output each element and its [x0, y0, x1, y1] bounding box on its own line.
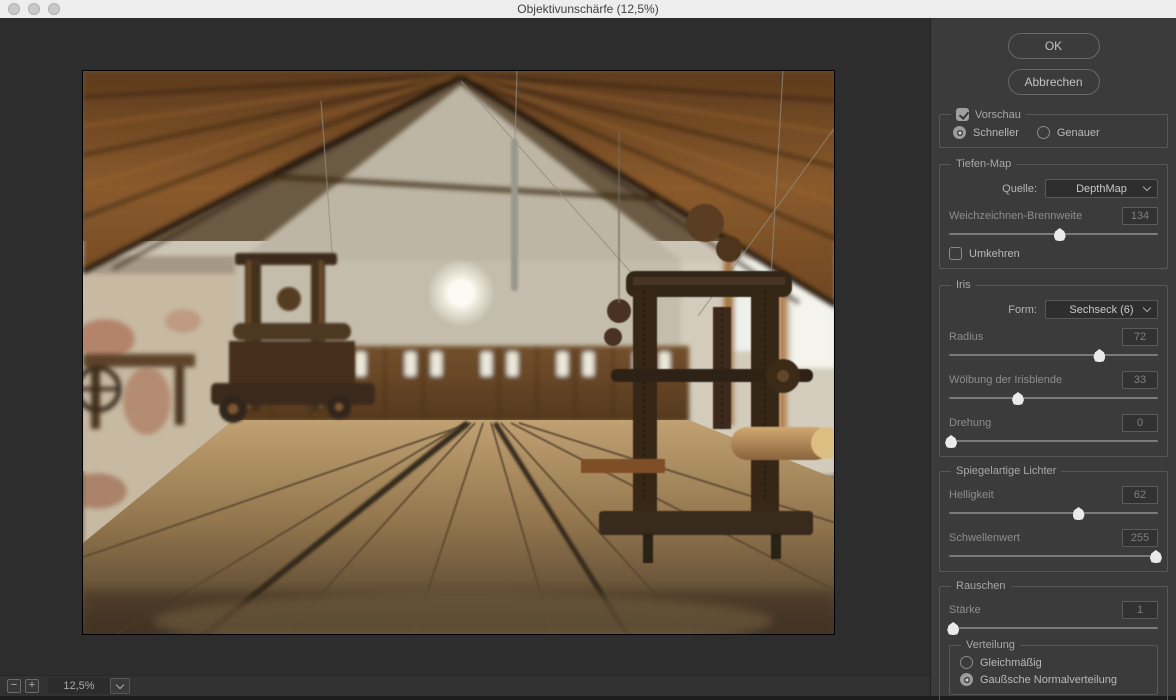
control-panel: OK Abbrechen Vorschau Schneller Genauer — [930, 18, 1176, 696]
cancel-button[interactable]: Abbrechen — [1008, 69, 1100, 95]
chevron-down-icon — [1143, 304, 1151, 312]
iris-legend: Iris — [951, 279, 976, 291]
statusbar: − + 12,5% — [0, 675, 930, 696]
chevron-down-icon — [116, 680, 124, 688]
zoom-in-button[interactable]: + — [25, 679, 39, 693]
distribution-legend: Verteilung — [961, 639, 1020, 651]
blur-focal-slider[interactable] — [949, 228, 1158, 241]
slider-thumb[interactable] — [945, 435, 957, 448]
rotation-value[interactable]: 0 — [1122, 414, 1158, 432]
brightness-slider[interactable] — [949, 507, 1158, 520]
shape-select[interactable]: Sechseck (6) — [1045, 300, 1158, 319]
round-window-glow — [427, 259, 495, 327]
blur-focal-label: Weichzeichnen-Brennweite — [949, 210, 1082, 222]
slider-thumb[interactable] — [1093, 349, 1105, 362]
specular-highlights-group: Spiegelartige Lichter Helligkeit 62 Schw… — [939, 471, 1168, 572]
brightness-label: Helligkeit — [949, 489, 994, 501]
zoom-out-button[interactable]: − — [7, 679, 21, 693]
blade-curvature-slider[interactable] — [949, 392, 1158, 405]
slider-track — [949, 397, 1158, 399]
gaussian-radio[interactable] — [960, 673, 973, 686]
source-select[interactable]: DepthMap — [1045, 179, 1158, 198]
iris-group: Iris Form: Sechseck (6) Radius 72 — [939, 285, 1168, 457]
slider-thumb[interactable] — [1012, 392, 1024, 405]
zoom-level-value[interactable]: 12,5% — [48, 678, 110, 694]
slider-track — [949, 440, 1158, 442]
source-label: Quelle: — [949, 183, 1037, 195]
shape-value: Sechseck (6) — [1069, 304, 1133, 316]
faster-label: Schneller — [973, 127, 1019, 139]
slider-thumb[interactable] — [1150, 550, 1162, 563]
rotation-label: Drehung — [949, 417, 991, 429]
radius-slider[interactable] — [949, 349, 1158, 362]
threshold-value[interactable]: 255 — [1122, 529, 1158, 547]
uniform-radio[interactable] — [960, 656, 973, 669]
shape-label: Form: — [949, 304, 1037, 316]
preview-image[interactable] — [82, 70, 835, 635]
invert-checkbox[interactable] — [949, 247, 962, 260]
more-accurate-radio[interactable] — [1037, 126, 1050, 139]
faster-radio[interactable] — [953, 126, 966, 139]
depth-map-group: Tiefen-Map Quelle: DepthMap Weichzeichne… — [939, 164, 1168, 269]
rotation-slider[interactable] — [949, 435, 1158, 448]
window-title: Objektivunschärfe (12,5%) — [0, 0, 1176, 18]
brightness-value[interactable]: 62 — [1122, 486, 1158, 504]
depth-map-legend: Tiefen-Map — [951, 158, 1016, 170]
lens-blur-dialog: Objektivunschärfe (12,5%) — [0, 0, 1176, 700]
slider-track — [949, 233, 1158, 235]
slider-thumb[interactable] — [1054, 228, 1066, 241]
chevron-down-icon — [1143, 183, 1151, 191]
hanging-pipe — [511, 139, 518, 291]
blade-curvature-value[interactable]: 33 — [1122, 371, 1158, 389]
preview-checkbox[interactable] — [956, 108, 969, 121]
noise-amount-slider[interactable] — [949, 622, 1158, 635]
preview-group: Vorschau Schneller Genauer — [939, 114, 1168, 148]
noise-legend: Rauschen — [951, 580, 1011, 592]
invert-label: Umkehren — [969, 248, 1020, 260]
preview-canvas: − + 12,5% — [0, 18, 930, 696]
slider-track — [949, 512, 1158, 514]
slider-track — [949, 555, 1158, 557]
preview-scene — [83, 71, 835, 635]
noise-amount-value[interactable]: 1 — [1122, 601, 1158, 619]
gaussian-label: Gaußsche Normalverteilung — [980, 674, 1117, 686]
radius-label: Radius — [949, 331, 983, 343]
ok-button[interactable]: OK — [1008, 33, 1100, 59]
radius-value[interactable]: 72 — [1122, 328, 1158, 346]
blur-focal-value[interactable]: 134 — [1122, 207, 1158, 225]
source-value: DepthMap — [1076, 183, 1127, 195]
slider-thumb[interactable] — [1073, 507, 1085, 520]
preview-label: Vorschau — [975, 109, 1021, 121]
slider-track — [949, 627, 1158, 629]
slider-thumb[interactable] — [947, 622, 959, 635]
noise-amount-label: Stärke — [949, 604, 981, 616]
distribution-group: Verteilung Gleichmäßig Gaußsche Normalve… — [949, 645, 1158, 695]
slider-track — [949, 354, 1158, 356]
noise-group: Rauschen Stärke 1 Verteilung Gleichmäßig — [939, 586, 1168, 700]
zoom-menu-button[interactable] — [110, 678, 130, 694]
more-accurate-label: Genauer — [1057, 127, 1100, 139]
uniform-label: Gleichmäßig — [980, 657, 1042, 669]
blade-curvature-label: Wölbung der Irisblende — [949, 374, 1062, 386]
titlebar[interactable]: Objektivunschärfe (12,5%) — [0, 0, 1176, 18]
threshold-label: Schwellenwert — [949, 532, 1020, 544]
specular-legend: Spiegelartige Lichter — [951, 465, 1061, 477]
threshold-slider[interactable] — [949, 550, 1158, 563]
